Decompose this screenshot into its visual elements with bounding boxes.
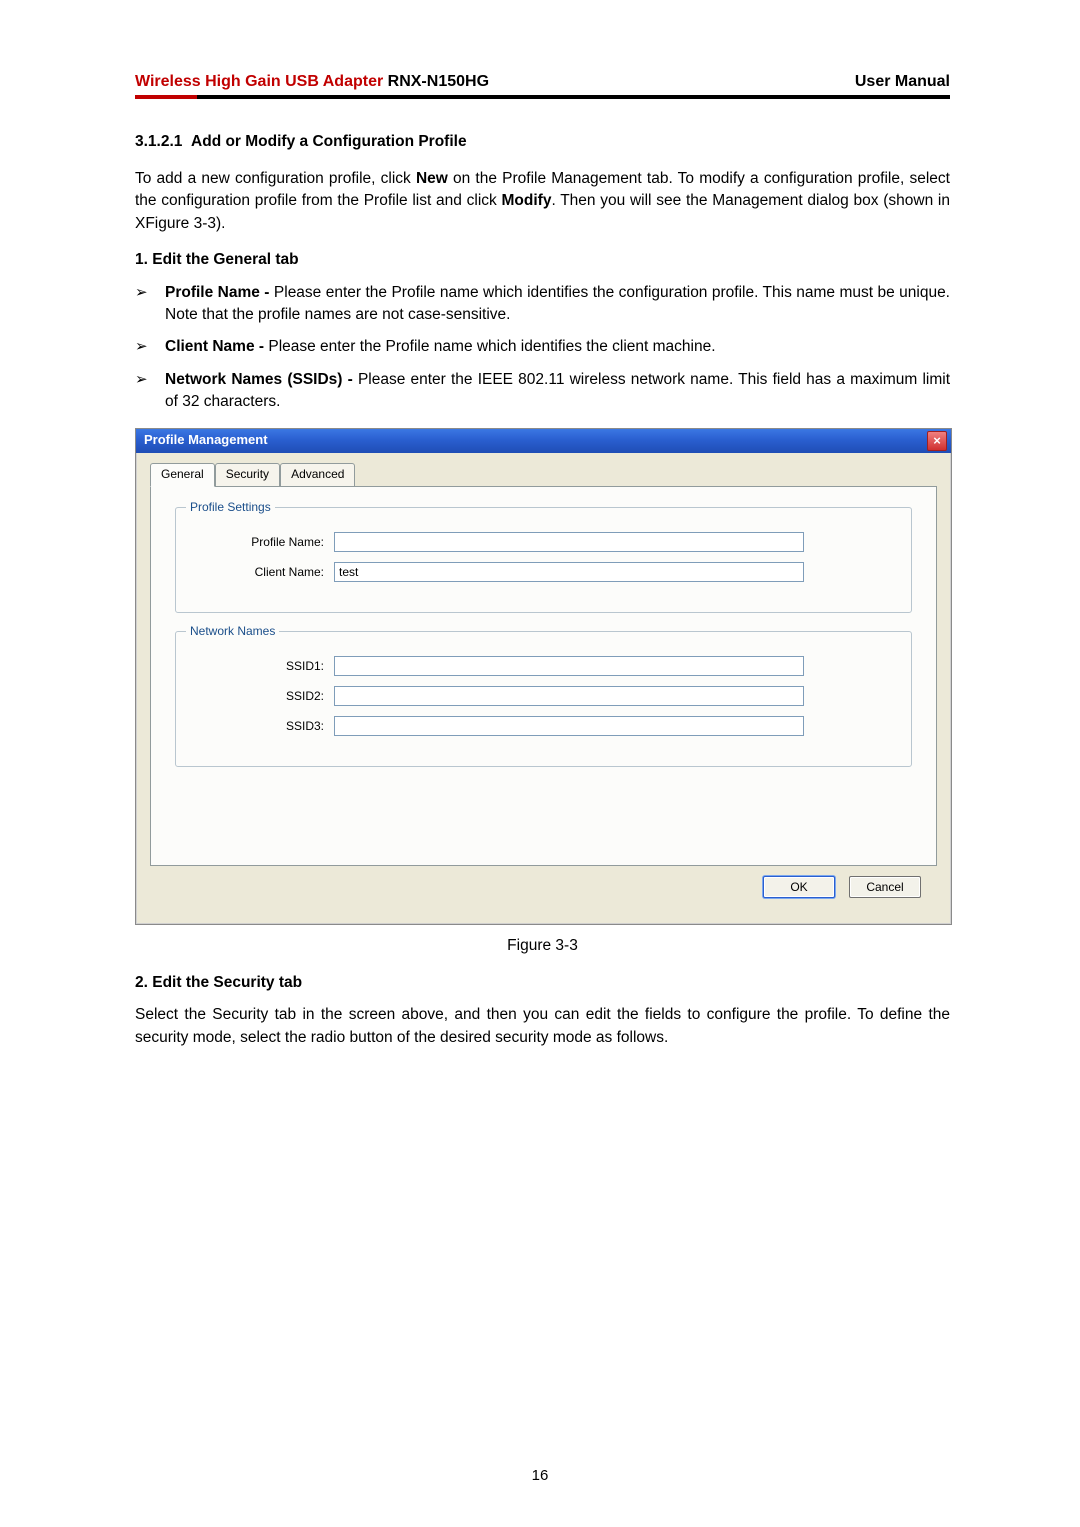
- ssid1-input[interactable]: [334, 656, 804, 676]
- security-paragraph: Select the Security tab in the screen ab…: [135, 1004, 950, 1049]
- list-item: ➢ Network Names (SSIDs) - Please enter t…: [135, 369, 950, 414]
- header-title-product: Wireless High Gain USB Adapter: [135, 73, 383, 90]
- client-name-label: Client Name:: [194, 564, 334, 581]
- header-underline: [135, 95, 950, 99]
- header-title-model: RNX-N150HG: [383, 73, 489, 90]
- group-legend: Profile Settings: [186, 499, 275, 516]
- ssid2-input[interactable]: [334, 686, 804, 706]
- profile-name-label: Profile Name:: [194, 534, 334, 551]
- chevron-icon: ➢: [135, 369, 165, 391]
- tab-security[interactable]: Security: [215, 463, 280, 487]
- profile-settings-group: Profile Settings Profile Name: Client Na…: [175, 507, 912, 613]
- network-names-group: Network Names SSID1: SSID2: SSID3:: [175, 631, 912, 767]
- cancel-button[interactable]: Cancel: [849, 876, 921, 898]
- header-right: User Manual: [855, 70, 950, 93]
- chevron-icon: ➢: [135, 336, 165, 358]
- ssid3-input[interactable]: [334, 716, 804, 736]
- ssid2-label: SSID2:: [194, 688, 334, 705]
- ssid1-label: SSID1:: [194, 658, 334, 675]
- tab-strip: General Security Advanced: [150, 463, 937, 487]
- dialog-button-row: OK Cancel: [150, 866, 937, 910]
- ok-button[interactable]: OK: [763, 876, 835, 898]
- figure-caption: Figure 3-3: [135, 935, 950, 957]
- profile-name-input[interactable]: [334, 532, 804, 552]
- client-name-input[interactable]: [334, 562, 804, 582]
- page-header: Wireless High Gain USB Adapter RNX-N150H…: [135, 70, 950, 95]
- group-legend: Network Names: [186, 623, 279, 640]
- chevron-icon: ➢: [135, 282, 165, 304]
- dialog-title: Profile Management: [144, 431, 268, 450]
- intro-paragraph: To add a new configuration profile, clic…: [135, 168, 950, 235]
- profile-management-dialog: Profile Management × General Security Ad…: [135, 428, 952, 925]
- ssid3-label: SSID3:: [194, 718, 334, 735]
- bullet-list: ➢ Profile Name - Please enter the Profil…: [135, 282, 950, 414]
- tab-panel-general: Profile Settings Profile Name: Client Na…: [150, 486, 937, 866]
- page-number: 16: [0, 1465, 1080, 1487]
- close-icon: ×: [933, 434, 941, 447]
- header-title: Wireless High Gain USB Adapter RNX-N150H…: [135, 70, 489, 93]
- step-2-heading: 2. Edit the Security tab: [135, 972, 950, 994]
- list-item: ➢ Profile Name - Please enter the Profil…: [135, 282, 950, 327]
- section-heading: 3.1.2.1 Add or Modify a Configuration Pr…: [135, 131, 950, 153]
- tab-general[interactable]: General: [150, 463, 215, 487]
- step-1-heading: 1. Edit the General tab: [135, 249, 950, 271]
- close-button[interactable]: ×: [927, 431, 947, 451]
- dialog-titlebar[interactable]: Profile Management ×: [136, 429, 951, 453]
- tab-advanced[interactable]: Advanced: [280, 463, 355, 487]
- list-item: ➢ Client Name - Please enter the Profile…: [135, 336, 950, 358]
